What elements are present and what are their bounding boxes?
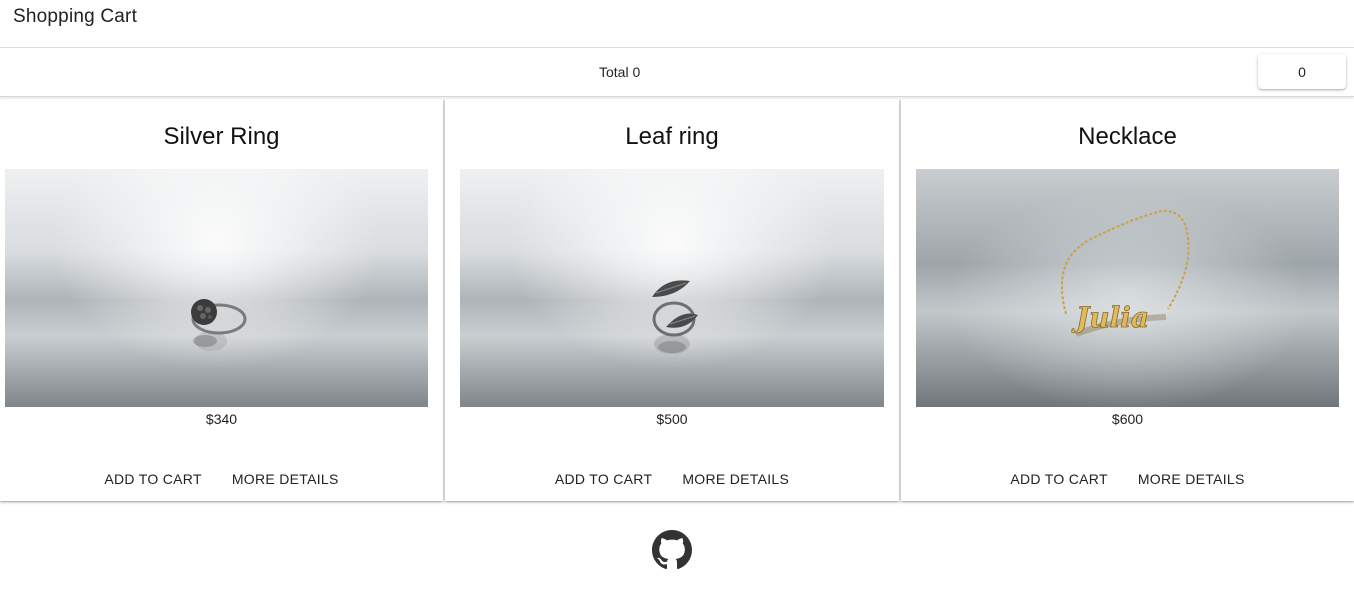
app-bar: Shopping Cart [0, 0, 1354, 48]
page-title: Shopping Cart [13, 6, 138, 27]
product-grid: Silver Ring $340 ADD TO CART MORE DETAIL… [0, 97, 1354, 501]
add-to-cart-button[interactable]: ADD TO CART [547, 467, 660, 491]
add-to-cart-button[interactable]: ADD TO CART [96, 467, 209, 491]
footer [0, 501, 1354, 594]
more-details-button[interactable]: MORE DETAILS [674, 467, 797, 491]
more-details-button[interactable]: MORE DETAILS [1130, 467, 1253, 491]
leaf-ring-photo [652, 280, 698, 354]
cart-total: Total 0 [599, 64, 641, 80]
product-image-leaf-ring [460, 169, 884, 407]
cart-count-button[interactable]: 0 [1258, 54, 1346, 89]
product-title: Silver Ring [163, 123, 280, 150]
silver-ring-photo [191, 299, 247, 351]
product-price: $500 [656, 411, 688, 427]
card-actions: ADD TO CART MORE DETAILS [901, 467, 1354, 491]
cart-summary-bar: Total 0 0 [0, 48, 1354, 97]
product-image-silver-ring [5, 169, 428, 407]
product-title: Leaf ring [625, 123, 719, 150]
product-card-leaf-ring: Leaf ring $500 ADD TO CART MORE DETAILS [445, 99, 899, 501]
product-card-necklace: Necklace Julia $600 ADD TO CART MORE DET… [901, 99, 1354, 501]
necklace-photo: Julia [1060, 209, 1190, 337]
product-image-necklace: Julia [916, 169, 1339, 407]
product-price: $340 [205, 411, 238, 427]
card-actions: ADD TO CART MORE DETAILS [0, 467, 443, 491]
more-details-button[interactable]: MORE DETAILS [224, 467, 347, 491]
svg-text:Julia: Julia [1071, 301, 1149, 334]
github-icon[interactable] [652, 530, 692, 570]
add-to-cart-button[interactable]: ADD TO CART [1002, 467, 1115, 491]
card-actions: ADD TO CART MORE DETAILS [445, 467, 899, 491]
product-title: Necklace [1078, 123, 1177, 150]
product-price: $600 [1111, 411, 1144, 427]
product-card-silver-ring: Silver Ring $340 ADD TO CART MORE DETAIL… [0, 99, 443, 501]
